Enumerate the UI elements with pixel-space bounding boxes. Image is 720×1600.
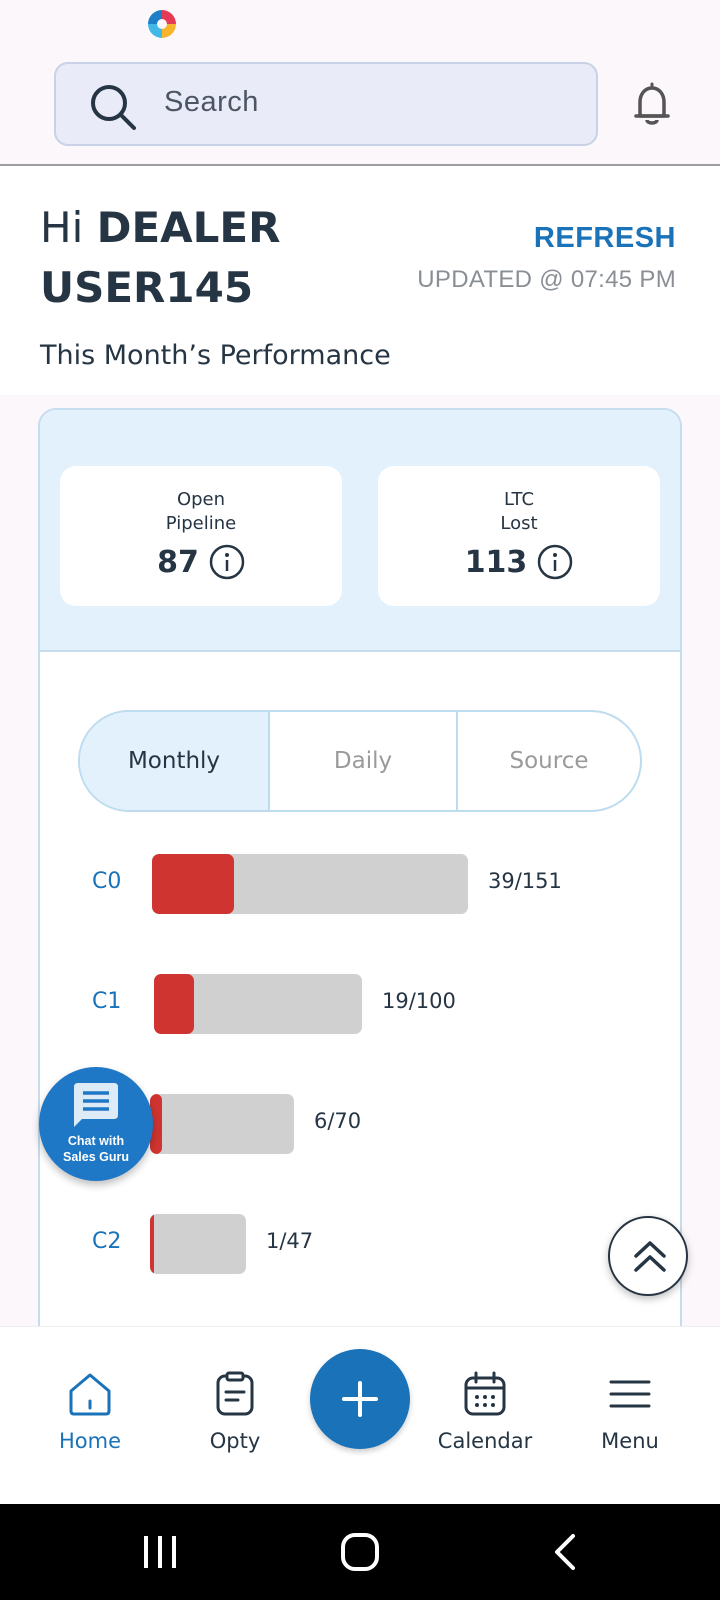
tab-daily[interactable]: Daily bbox=[268, 712, 456, 810]
search-placeholder: Search bbox=[164, 86, 259, 118]
stat-label: Open Pipeline bbox=[60, 488, 342, 536]
stat-label-line1: LTC bbox=[503, 489, 535, 510]
funnel-row: C0 39/151 bbox=[40, 854, 680, 914]
funnel-row: C1 19/100 bbox=[40, 974, 680, 1034]
funnel-bar-fill bbox=[152, 854, 234, 914]
period-toggle: Monthly Daily Source bbox=[78, 710, 642, 812]
funnel-bar-track bbox=[152, 854, 468, 914]
stat-tile-ltc-lost: LTC Lost 113 bbox=[378, 466, 660, 606]
status-bar bbox=[0, 0, 720, 50]
chat-label: Chat with Sales Guru bbox=[39, 1133, 153, 1165]
plus-icon bbox=[342, 1381, 378, 1417]
search-icon bbox=[91, 85, 136, 130]
nav-opty[interactable]: Opty bbox=[165, 1371, 305, 1453]
funnel-stage-label: C1 bbox=[92, 989, 122, 1014]
chat-label-line2: Sales Guru bbox=[63, 1150, 129, 1164]
info-icon[interactable] bbox=[537, 544, 573, 580]
add-button[interactable] bbox=[310, 1349, 410, 1449]
chevron-double-up-icon bbox=[634, 1241, 666, 1272]
system-nav-bar bbox=[0, 1504, 720, 1600]
funnel-stage-label: C2 bbox=[92, 1229, 122, 1254]
funnel-value: 6/70 bbox=[314, 1109, 362, 1133]
menu-icon bbox=[609, 1380, 651, 1408]
bottom-nav: Home Opty Calendar Menu bbox=[0, 1326, 720, 1504]
stat-value-row: 113 bbox=[378, 544, 660, 580]
tab-monthly[interactable]: Monthly bbox=[80, 712, 268, 810]
info-icon[interactable] bbox=[209, 544, 245, 580]
stat-value-row: 87 bbox=[60, 544, 342, 580]
nav-home[interactable]: Home bbox=[20, 1371, 160, 1453]
nav-calendar-label: Calendar bbox=[437, 1429, 533, 1453]
funnel-value: 1/47 bbox=[266, 1229, 314, 1253]
stat-value: 87 bbox=[157, 544, 199, 580]
stat-label: LTC Lost bbox=[378, 488, 660, 536]
scroll-to-top-button[interactable] bbox=[608, 1216, 688, 1296]
home-icon bbox=[69, 1373, 111, 1416]
stat-tile-open-pipeline: Open Pipeline 87 bbox=[60, 466, 342, 606]
greeting: Hi DEALER USER145 bbox=[40, 198, 380, 318]
nav-opty-label: Opty bbox=[209, 1429, 261, 1453]
app-logo-icon bbox=[148, 10, 176, 38]
funnel-value: 19/100 bbox=[382, 989, 456, 1013]
funnel-row: C2 1/47 bbox=[40, 1214, 680, 1274]
back-icon[interactable] bbox=[545, 1532, 585, 1572]
nav-menu[interactable]: Menu bbox=[560, 1371, 700, 1453]
recent-apps-icon[interactable] bbox=[140, 1532, 180, 1572]
funnel-bar-track bbox=[150, 1214, 246, 1274]
refresh-button[interactable]: REFRESH bbox=[534, 222, 676, 255]
bell-icon[interactable] bbox=[632, 82, 672, 126]
nav-calendar[interactable]: Calendar bbox=[415, 1371, 555, 1453]
stat-label-line1: Open bbox=[176, 489, 226, 510]
nav-menu-label: Menu bbox=[601, 1429, 659, 1453]
section-title: This Month’s Performance bbox=[40, 340, 391, 371]
funnel-value: 39/151 bbox=[488, 869, 562, 893]
chat-icon bbox=[74, 1083, 118, 1127]
stat-value: 113 bbox=[464, 544, 528, 580]
funnel-bar-track bbox=[150, 1094, 294, 1154]
stat-label-line2: Pipeline bbox=[165, 513, 237, 534]
chat-sales-guru-button[interactable]: Chat with Sales Guru bbox=[39, 1067, 153, 1181]
funnel-bar-fill bbox=[150, 1214, 154, 1274]
tab-source[interactable]: Source bbox=[456, 712, 640, 810]
chat-label-line1: Chat with bbox=[67, 1134, 125, 1148]
clipboard-icon bbox=[216, 1371, 254, 1416]
calendar-icon bbox=[464, 1371, 506, 1416]
stat-label-line2: Lost bbox=[500, 513, 538, 534]
funnel-bar-track bbox=[154, 974, 362, 1034]
nav-home-label: Home bbox=[58, 1429, 121, 1453]
home-system-icon[interactable] bbox=[340, 1532, 380, 1572]
updated-timestamp: UPDATED @ 07:45 PM bbox=[417, 266, 676, 293]
funnel-stage-label: C0 bbox=[92, 869, 122, 894]
app-header: Search bbox=[0, 50, 720, 166]
greeting-hi: Hi bbox=[40, 203, 97, 252]
performance-card: Open Pipeline 87 LTC Lost 113 Monthly Da… bbox=[38, 408, 682, 1330]
search-input[interactable]: Search bbox=[54, 62, 598, 146]
summary-area: Open Pipeline 87 LTC Lost 113 bbox=[40, 410, 680, 652]
funnel-bar-fill bbox=[154, 974, 194, 1034]
